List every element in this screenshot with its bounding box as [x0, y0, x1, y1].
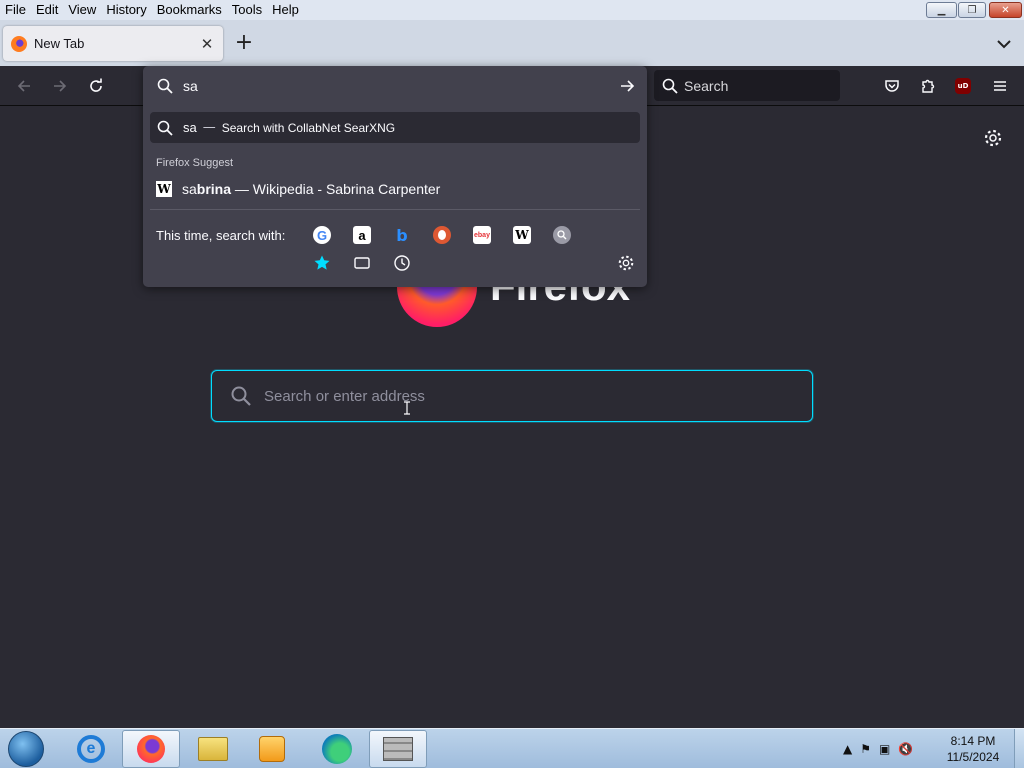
tab-new-tab[interactable]: New Tab ✕ [3, 26, 223, 61]
ebay-engine-icon[interactable]: ebay [473, 226, 491, 244]
clock-time: 8:14 PM [950, 734, 996, 748]
close-window-button[interactable]: ✕ [989, 2, 1022, 18]
system-tray: ▲ ⚑ ▣ 🔇 [843, 735, 913, 763]
amazon-engine-icon[interactable]: a [353, 226, 371, 244]
pocket-icon [885, 80, 899, 92]
toolbar-search-box[interactable]: Search [654, 70, 840, 101]
history-clock-icon[interactable] [393, 254, 411, 272]
forward-button[interactable] [46, 72, 74, 100]
minimize-button[interactable]: ▁ [926, 2, 957, 18]
action-center-flag-icon[interactable]: ⚑ [860, 742, 871, 756]
menu-file[interactable]: File [0, 0, 31, 20]
search-icon [230, 385, 252, 407]
result-action: Search with CollabNet SearXNG [221, 120, 396, 135]
wikipedia-icon: W [156, 181, 172, 197]
duckduckgo-engine-icon[interactable] [433, 226, 451, 244]
app-menu-button[interactable] [986, 72, 1014, 100]
firefox-taskbar-button[interactable] [122, 730, 180, 768]
search-icon [157, 120, 173, 136]
edge-taskbar-button[interactable] [308, 730, 366, 768]
wikipedia-engine-icon[interactable]: W [513, 226, 531, 244]
search-with-searxng-result[interactable]: sa — Search with CollabNet SearXNG [150, 112, 640, 143]
forward-arrow-icon [54, 80, 67, 92]
menu-view[interactable]: View [63, 0, 101, 20]
bookmarks-star-icon[interactable] [313, 254, 331, 272]
firewall-icon [383, 737, 413, 761]
url-bar-dropdown: sa sa — Search with CollabNet SearXNG Fi… [143, 66, 647, 287]
tab-title: New Tab [34, 36, 85, 51]
new-tab-button[interactable]: + [233, 32, 255, 55]
search-icon [662, 78, 678, 94]
firefox-suggest-heading: Firefox Suggest [156, 157, 234, 169]
one-off-search-label: This time, search with: [156, 228, 286, 243]
result-separator: — [202, 120, 216, 135]
menu-bookmarks[interactable]: Bookmarks [152, 0, 227, 20]
show-desktop-button[interactable] [1014, 729, 1024, 768]
reload-icon [90, 78, 102, 92]
content-search-placeholder: Search or enter address [264, 387, 425, 405]
searxng-engine-icon[interactable] [553, 226, 571, 244]
go-arrow-icon[interactable] [619, 78, 635, 94]
hamburger-menu-icon [994, 81, 1006, 91]
search-icon [157, 78, 173, 94]
volume-muted-icon[interactable]: 🔇 [898, 742, 913, 756]
suggestion-text: sabrina — Wikipedia - Sabrina Carpenter [182, 181, 441, 197]
menu-edit[interactable]: Edit [31, 0, 63, 20]
personalize-gear-icon[interactable] [983, 128, 1003, 148]
extensions-button[interactable] [914, 72, 942, 100]
show-hidden-icons-icon[interactable]: ▲ [843, 742, 852, 756]
back-arrow-icon [17, 80, 30, 92]
ublock-origin-icon[interactable]: uD [955, 78, 971, 94]
firewall-taskbar-button[interactable] [369, 730, 427, 768]
firefox-favicon-icon [11, 35, 27, 52]
tab-strip: New Tab ✕ + [0, 20, 1024, 66]
taskbar: e ▲ ⚑ ▣ 🔇 8:14 PM 11/5/2024 [0, 728, 1024, 768]
internet-explorer-icon: e [77, 735, 105, 763]
chevron-down-icon [997, 40, 1011, 49]
reload-button[interactable] [82, 72, 110, 100]
pocket-button[interactable] [878, 72, 906, 100]
toolbar-search-placeholder: Search [684, 77, 729, 94]
menu-bar: File Edit View History Bookmarks Tools H… [0, 0, 1024, 20]
text-cursor-icon [404, 401, 410, 415]
puzzle-icon [922, 79, 935, 93]
suggestion-wikipedia-sabrina[interactable]: W sabrina — Wikipedia - Sabrina Carpente… [150, 176, 640, 202]
taskbar-clock[interactable]: 8:14 PM 11/5/2024 [938, 733, 1008, 765]
restore-button[interactable]: ❐ [958, 2, 986, 18]
folder-icon [198, 737, 228, 761]
network-icon[interactable]: ▣ [879, 742, 890, 756]
clock-date: 11/5/2024 [946, 750, 1000, 764]
divider [150, 209, 640, 210]
file-explorer-taskbar-button[interactable] [184, 730, 242, 768]
menu-help[interactable]: Help [267, 0, 304, 20]
back-button[interactable] [10, 72, 38, 100]
start-button[interactable] [8, 731, 44, 767]
media-player-taskbar-button[interactable] [243, 730, 301, 768]
content-search-input[interactable]: Search or enter address [211, 370, 813, 422]
edge-icon [322, 734, 352, 764]
google-engine-icon[interactable]: G [313, 226, 331, 244]
firefox-icon [137, 735, 165, 763]
tab-close-icon[interactable]: ✕ [197, 34, 217, 54]
bing-engine-icon[interactable]: b [393, 226, 411, 245]
media-player-icon [259, 736, 285, 762]
menu-tools[interactable]: Tools [227, 0, 267, 20]
tabs-icon[interactable] [353, 254, 371, 272]
search-settings-gear-icon[interactable] [617, 254, 635, 272]
result-query: sa [183, 120, 197, 135]
url-input-value: sa [183, 78, 198, 94]
url-input[interactable]: sa [143, 66, 647, 106]
list-all-tabs-button[interactable] [992, 33, 1016, 55]
internet-explorer-taskbar-button[interactable]: e [62, 730, 120, 768]
menu-history[interactable]: History [101, 0, 151, 20]
